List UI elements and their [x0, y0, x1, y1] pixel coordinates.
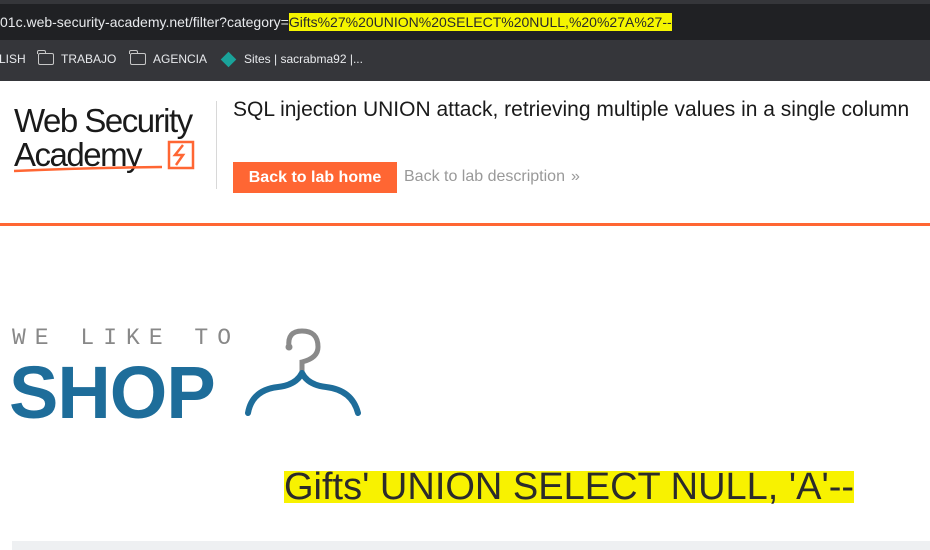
- bookmark-folder-trabajo[interactable]: TRABAJO: [37, 50, 117, 66]
- chevron-right-icon: »: [570, 168, 580, 185]
- filter-bar: [12, 541, 930, 550]
- header-divider: [216, 101, 217, 189]
- folder-icon: [129, 50, 146, 65]
- logo-underline-icon: [14, 140, 195, 173]
- bookmark-item[interactable]: LISH: [0, 52, 26, 66]
- folder-icon: [37, 50, 54, 65]
- category-heading-text: Gifts' UNION SELECT NULL, 'A'--: [284, 466, 855, 508]
- bookmark-label: TRABAJO: [61, 52, 117, 66]
- bookmarks-bar: LISH TRABAJO AGENCIA Sites | sacrabma92 …: [0, 40, 930, 81]
- bookmark-folder-agencia[interactable]: AGENCIA: [129, 50, 208, 66]
- diamond-icon: [220, 51, 237, 67]
- address-bar[interactable]: 01c.web-security-academy.net/filter?cate…: [0, 0, 930, 40]
- url-highlight: Gifts%27%20UNION%20SELECT%20NULL,%20%27A…: [288, 13, 672, 31]
- bookmark-label: AGENCIA: [153, 52, 208, 66]
- header-accent-rule: [0, 223, 930, 226]
- back-to-lab-home-button[interactable]: Back to lab home: [233, 162, 397, 193]
- lab-title: SQL injection UNION attack, retrieving m…: [233, 98, 910, 121]
- shop-tagline: WE LIKE TO: [12, 325, 241, 351]
- bookmark-label: Sites | sacrabma92 |...: [244, 52, 363, 66]
- web-security-academy-logo[interactable]: Web Security Academy: [14, 102, 214, 177]
- url-prefix: 01c.web-security-academy.net/filter?cate…: [0, 14, 289, 30]
- shop-wordmark: SHOP: [9, 351, 216, 434]
- description-link-label: Back to lab description: [404, 168, 565, 185]
- tab-strip-edge: [0, 0, 930, 4]
- bookmark-sites[interactable]: Sites | sacrabma92 |...: [220, 51, 363, 67]
- category-heading: Gifts' UNION SELECT NULL, 'A'--: [284, 466, 855, 509]
- hanger-icon: [245, 328, 361, 416]
- url-text[interactable]: 01c.web-security-academy.net/filter?cate…: [0, 13, 672, 31]
- bookmark-label: LISH: [0, 52, 26, 66]
- back-to-lab-description-link[interactable]: Back to lab description »: [404, 168, 580, 186]
- logo-line1: Web Security: [14, 102, 193, 139]
